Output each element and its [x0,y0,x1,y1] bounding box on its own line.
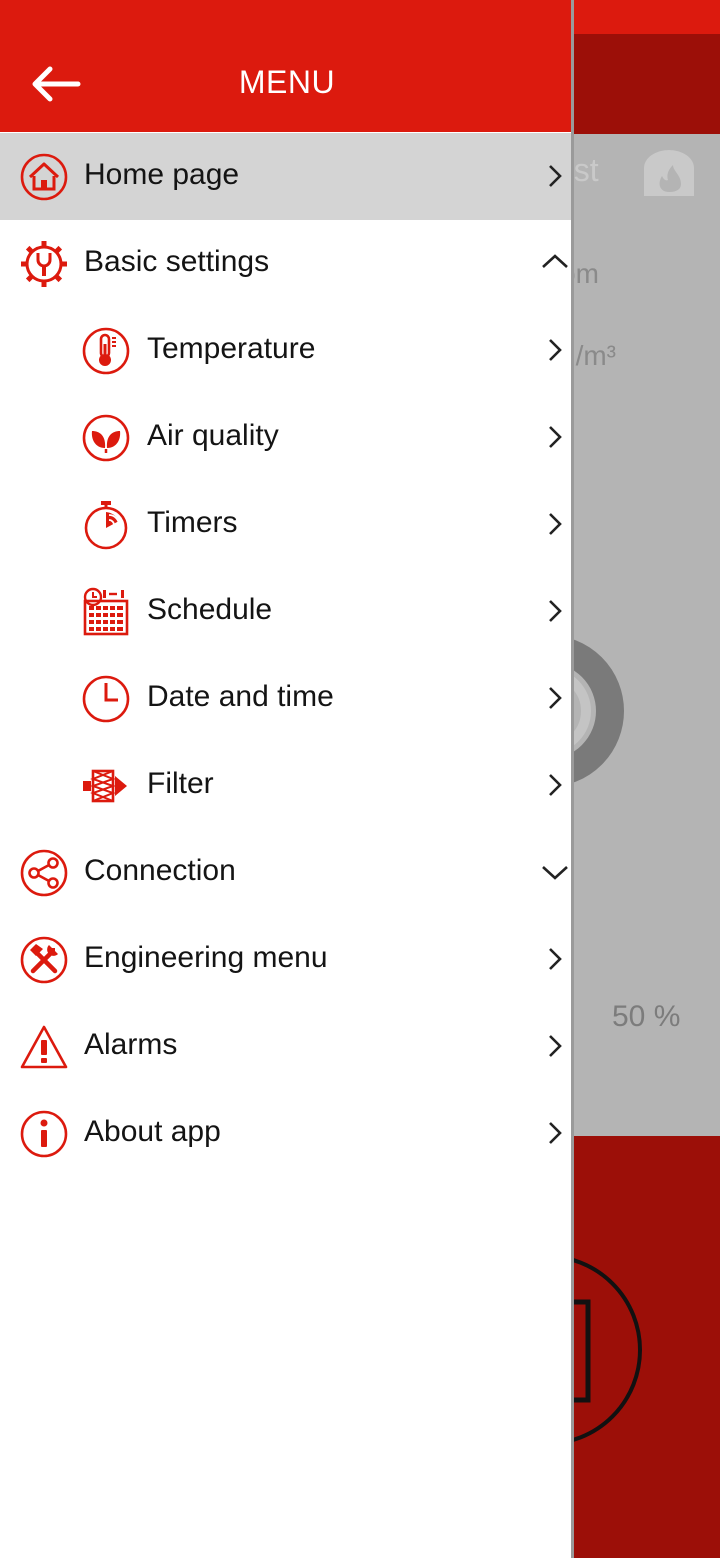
menu-item-temperature[interactable]: Temperature [0,307,571,394]
filter-icon [81,761,131,811]
menu-item-label: Connection [84,854,236,887]
chevron-right-icon [549,513,562,535]
menu-item-alarms[interactable]: Alarms [0,1003,571,1090]
chevron-right-icon [549,1122,562,1144]
menu-item-date-time[interactable]: Date and time [0,655,571,742]
chevron-right-icon [549,165,562,187]
menu-item-timers[interactable]: Timers [0,481,571,568]
chevron-right-icon [549,1035,562,1057]
chevron-down-icon [542,866,568,880]
menu-item-home[interactable]: Home page [0,133,571,220]
menu-item-connection[interactable]: Connection [0,829,571,916]
calendar-icon [81,587,131,637]
warning-triangle-icon [19,1022,69,1072]
chevron-right-icon [549,426,562,448]
menu-item-engineering[interactable]: Engineering menu [0,916,571,1003]
leaf-icon [81,413,131,463]
menu-item-label: Timers [147,506,238,539]
navigation-drawer: MENU Home page Basic settings Temperatur… [0,0,574,1558]
chevron-right-icon [549,339,562,361]
menu-item-label: Air quality [147,419,279,452]
menu-item-label: Schedule [147,593,273,626]
menu-item-label: Date and time [147,680,334,713]
tools-icon [19,935,69,985]
menu-item-label: Home page [84,158,240,191]
thermometer-icon [81,326,131,376]
chevron-right-icon [549,774,562,796]
chevron-up-icon [542,254,568,268]
menu-item-label: Filter [147,767,214,800]
menu-item-about[interactable]: About app [0,1090,571,1177]
chevron-right-icon [549,948,562,970]
menu-item-label: Basic settings [84,245,270,278]
drawer-header: MENU [0,0,571,132]
chevron-right-icon [549,687,562,709]
menu-item-schedule[interactable]: Schedule [0,568,571,655]
menu-item-label: Temperature [147,332,316,365]
menu-list: Home page Basic settings Temperature Air… [0,133,571,1177]
menu-item-label: About app [84,1115,221,1148]
home-icon [19,152,69,202]
menu-item-label: Alarms [84,1028,178,1061]
menu-title: MENU [238,64,336,100]
share-icon [19,848,69,898]
info-icon [19,1109,69,1159]
fan-speed-value: 50 % [612,1000,681,1033]
chevron-right-icon [549,600,562,622]
fireplace-icon [644,150,694,196]
menu-item-filter[interactable]: Filter [0,742,571,829]
settings-gear-icon [19,239,69,289]
menu-item-label: Engineering menu [84,941,328,974]
menu-item-basic-settings[interactable]: Basic settings [0,220,571,307]
stopwatch-icon [81,500,131,550]
clock-icon [81,674,131,724]
menu-item-air-quality[interactable]: Air quality [0,394,571,481]
